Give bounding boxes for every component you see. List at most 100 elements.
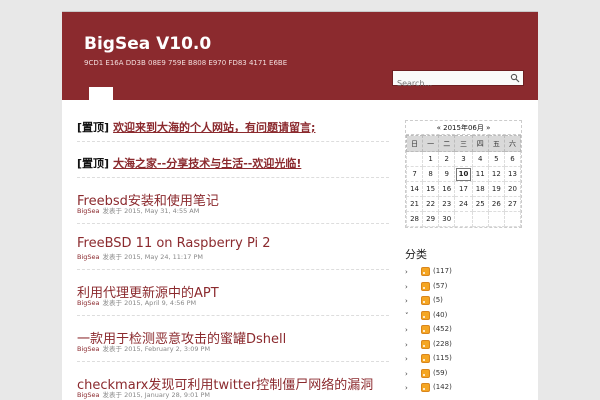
calendar-day[interactable]: 2	[438, 151, 456, 167]
calendar-day[interactable]: 13	[503, 166, 522, 182]
sticky-post-title[interactable]: 大海之家--分享技术与生活--欢迎光临!	[113, 157, 301, 170]
site-title[interactable]: BigSea V10.0	[84, 34, 211, 54]
rss-icon[interactable]	[421, 310, 430, 320]
category-count: (115)	[433, 354, 452, 362]
rss-icon[interactable]	[421, 325, 430, 334]
calendar-day[interactable]: 22	[422, 196, 440, 212]
rss-icon[interactable]	[421, 281, 430, 291]
post-author[interactable]: BigSea	[77, 299, 100, 307]
collapsed-arrow-icon[interactable]: ›	[405, 283, 408, 291]
post-author[interactable]: BigSea	[77, 345, 100, 353]
calendar-day[interactable]: 26	[487, 196, 505, 212]
category-item[interactable]: › (452)	[405, 324, 522, 339]
sticky-post-title[interactable]: 欢迎来到大海的个人网站，有问题请留言;	[113, 121, 315, 134]
calendar-day[interactable]: 17	[454, 181, 473, 197]
calendar-day[interactable]: 27	[503, 196, 522, 212]
sticky-tag: [置顶]	[77, 157, 110, 170]
calendar-empty-cell	[405, 151, 424, 167]
collapsed-arrow-icon[interactable]: ›	[405, 384, 408, 392]
category-count: (142)	[433, 383, 452, 391]
post-item: FreeBSD 11 on Raspberry Pi 2 BigSea 发表于 2…	[77, 224, 389, 270]
collapsed-arrow-icon[interactable]: ›	[405, 297, 408, 305]
post-meta: BigSea 发表于 2015, January 28, 9:01 PM	[77, 389, 210, 399]
calendar-week: 21 22 23 24 25 26 27	[405, 196, 522, 212]
calendar-day[interactable]: 24	[454, 196, 473, 212]
calendar-day[interactable]: 12	[487, 166, 505, 182]
calendar-table: 日一二三四五六 1 2 3 4 5 6 7 8 9 10 11 12 13 14 15 16 17 18 19 20 2…	[405, 135, 522, 227]
calendar-day[interactable]: 15	[422, 181, 440, 197]
sticky-post: [置顶] 大海之家--分享技术与生活--欢迎光临!	[77, 152, 389, 178]
post-date: 发表于 2015, January 28, 9:01 PM	[102, 391, 211, 399]
post-title[interactable]: FreeBSD 11 on Raspberry Pi 2	[77, 224, 389, 251]
calendar-day[interactable]: 6	[503, 151, 522, 167]
post-date: 发表于 2015, February 2, 3:09 PM	[102, 345, 211, 353]
calendar-empty-cell	[503, 211, 522, 227]
calendar-day[interactable]: 23	[438, 196, 456, 212]
page: BigSea V10.0 9CD1 E16A DD3B 08E9 759E B8…	[62, 12, 538, 400]
rss-icon[interactable]	[421, 383, 430, 392]
calendar-day[interactable]: 9	[438, 166, 456, 182]
category-item[interactable]: › (59)	[405, 368, 522, 383]
expanded-arrow-icon[interactable]: ˅	[405, 312, 409, 320]
category-count: (40)	[433, 310, 448, 319]
post-date: 发表于 2015, April 9, 4:56 PM	[102, 299, 197, 307]
rss-icon[interactable]	[421, 368, 430, 378]
calendar-day[interactable]: 29	[422, 211, 440, 227]
category-item[interactable]: › (5)	[405, 295, 522, 310]
search-input[interactable]	[393, 76, 505, 91]
category-item[interactable]: › (57)	[405, 281, 522, 296]
calendar-day[interactable]: 4	[471, 151, 489, 167]
rss-icon[interactable]	[421, 267, 430, 276]
post-date: 发表于 2015, May 31, 4:55 AM	[102, 207, 200, 215]
site-header: BigSea V10.0 9CD1 E16A DD3B 08E9 759E B8…	[62, 12, 538, 100]
post-meta: BigSea 发表于 2015, May 24, 11:17 PM	[77, 251, 203, 261]
post-author[interactable]: BigSea	[77, 253, 100, 261]
calendar-month-nav[interactable]: « 2015年06月 »	[406, 121, 521, 135]
calendar-day[interactable]: 10	[454, 166, 473, 182]
category-item[interactable]: › (228)	[405, 339, 522, 354]
calendar-day[interactable]: 16	[438, 181, 456, 197]
calendar-day[interactable]: 25	[471, 196, 489, 212]
category-item[interactable]: › (115)	[405, 353, 522, 368]
sticky-post: [置顶] 欢迎来到大海的个人网站，有问题请留言;	[77, 116, 389, 142]
post-item: Freebsd安装和使用笔记 BigSea 发表于 2015, May 31, 4…	[77, 178, 389, 224]
calendar-day[interactable]: 18	[471, 181, 489, 197]
calendar-day[interactable]: 3	[454, 151, 473, 167]
calendar-day[interactable]: 19	[487, 181, 505, 197]
collapsed-arrow-icon[interactable]: ›	[405, 370, 408, 378]
calendar-empty-cell	[454, 211, 473, 227]
rss-icon[interactable]	[421, 339, 430, 349]
categories-title: 分类	[405, 248, 427, 261]
post-meta: BigSea 发表于 2015, February 2, 3:09 PM	[77, 343, 210, 353]
calendar-day[interactable]: 5	[487, 151, 505, 167]
calendar-widget: « 2015年06月 » 日一二三四五六 1 2 3 4 5 6 7 8 9 10 11 12 13 14…	[405, 120, 522, 228]
calendar-empty-cell	[487, 211, 505, 227]
calendar-weekday: 四	[471, 135, 489, 152]
calendar-day[interactable]: 1	[422, 151, 440, 167]
sidebar: « 2015年06月 » 日一二三四五六 1 2 3 4 5 6 7 8 9 10 11 12 13 14…	[405, 120, 522, 397]
rss-icon[interactable]	[421, 354, 430, 363]
calendar-day[interactable]: 21	[405, 196, 424, 212]
calendar-day[interactable]: 8	[422, 166, 440, 182]
rss-icon[interactable]	[421, 296, 430, 305]
category-count: (5)	[433, 296, 443, 304]
category-item[interactable]: › (117)	[405, 266, 522, 281]
post-author[interactable]: BigSea	[77, 391, 100, 399]
search-icon[interactable]	[510, 73, 520, 83]
collapsed-arrow-icon[interactable]: ›	[405, 355, 408, 363]
collapsed-arrow-icon[interactable]: ›	[405, 326, 408, 334]
calendar-day[interactable]: 20	[503, 181, 522, 197]
collapsed-arrow-icon[interactable]: ›	[405, 341, 408, 349]
category-count: (228)	[433, 339, 452, 348]
nav-home-tab[interactable]	[89, 87, 113, 100]
category-item[interactable]: ˅ (40)	[405, 310, 522, 325]
category-item[interactable]: › (142)	[405, 382, 522, 397]
calendar-day[interactable]: 28	[405, 211, 424, 227]
calendar-day[interactable]: 14	[405, 181, 424, 197]
calendar-day[interactable]: 7	[405, 166, 424, 182]
calendar-day[interactable]: 30	[438, 211, 456, 227]
post-author[interactable]: BigSea	[77, 207, 100, 215]
collapsed-arrow-icon[interactable]: ›	[405, 268, 408, 276]
post-item: checkmarx发现可利用twitter控制僵尸网络的漏洞 BigSea 发表于…	[77, 362, 389, 400]
calendar-day[interactable]: 11	[471, 166, 489, 182]
